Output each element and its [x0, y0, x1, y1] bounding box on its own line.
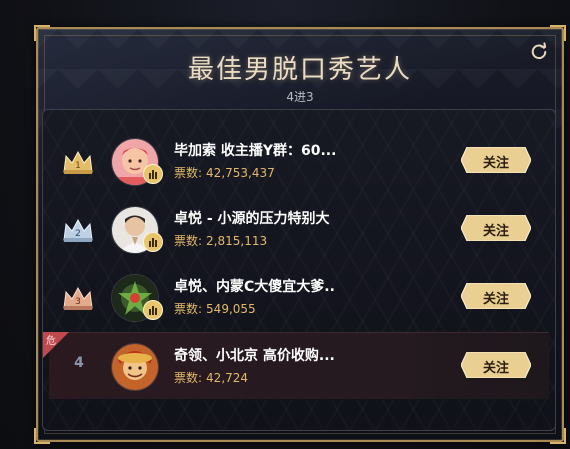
ranking-list: 1 毕加索 收主播Y群：60... 票数: 42,753,437 关注 2 卓悦… — [42, 109, 556, 431]
rank-number: 4 — [74, 355, 84, 371]
danger-label: 危 — [46, 336, 56, 347]
follow-button[interactable] — [461, 352, 531, 378]
avatar[interactable] — [111, 343, 159, 391]
vote-count: 票数: 42,753,437 — [174, 164, 275, 181]
votes-value: 42,753,437 — [206, 166, 275, 180]
corner-ornament — [34, 25, 50, 41]
votes-label: 票数: — [174, 371, 203, 385]
rank-number: 2 — [75, 229, 81, 239]
list-item: 1 毕加索 收主播Y群：60... 票数: 42,753,437 关注 — [49, 128, 549, 194]
live-stats-icon — [143, 300, 163, 320]
live-stats-icon — [143, 164, 163, 184]
stage: 最佳男脱口秀艺人 4进3 1 毕加索 收主播Y群：60... 票数: 42,75… — [0, 0, 570, 449]
follow-button[interactable] — [461, 215, 531, 241]
list-item: 3 卓悦、内蒙C大傻宜大爹.. 票数: 549,055 关注 — [49, 264, 549, 330]
follow-button[interactable] — [461, 283, 531, 309]
votes-label: 票数: — [174, 166, 203, 180]
votes-label: 票数: — [174, 302, 203, 316]
bronze-crown-icon: 3 — [63, 286, 93, 310]
vote-count: 票数: 2,815,113 — [174, 232, 267, 249]
votes-value: 42,724 — [206, 371, 249, 385]
votes-value: 2,815,113 — [206, 234, 268, 248]
list-item: 2 卓悦 - 小源的压力特别大 票数: 2,815,113 关注 — [49, 196, 549, 262]
list-item-danger: 危 4 奇领、小北京 高价收购... 票数: 42,724 关注 — [43, 332, 549, 399]
votes-value: 549,055 — [206, 302, 256, 316]
refresh-icon[interactable] — [530, 42, 548, 60]
rank-number: 3 — [75, 297, 81, 307]
streamer-name[interactable]: 卓悦、内蒙C大傻宜大爹.. — [174, 276, 335, 296]
rank-number: 1 — [75, 161, 81, 171]
votes-label: 票数: — [174, 234, 203, 248]
follow-button[interactable] — [461, 147, 531, 173]
ranking-panel: 最佳男脱口秀艺人 4进3 1 毕加索 收主播Y群：60... 票数: 42,75… — [34, 25, 566, 444]
round-subtitle: 4进3 — [286, 90, 314, 104]
streamer-name[interactable]: 卓悦 - 小源的压力特别大 — [174, 208, 330, 228]
vote-count: 票数: 549,055 — [174, 300, 256, 317]
streamer-name[interactable]: 奇领、小北京 高价收购... — [174, 345, 335, 365]
streamer-name[interactable]: 毕加索 收主播Y群：60... — [174, 140, 336, 160]
silver-crown-icon: 2 — [63, 218, 93, 242]
live-stats-icon — [143, 232, 163, 252]
gold-crown-icon: 1 — [63, 150, 93, 174]
corner-ornament — [550, 25, 566, 41]
vote-count: 票数: 42,724 — [174, 369, 248, 386]
panel-title: 最佳男脱口秀艺人 — [187, 55, 412, 85]
